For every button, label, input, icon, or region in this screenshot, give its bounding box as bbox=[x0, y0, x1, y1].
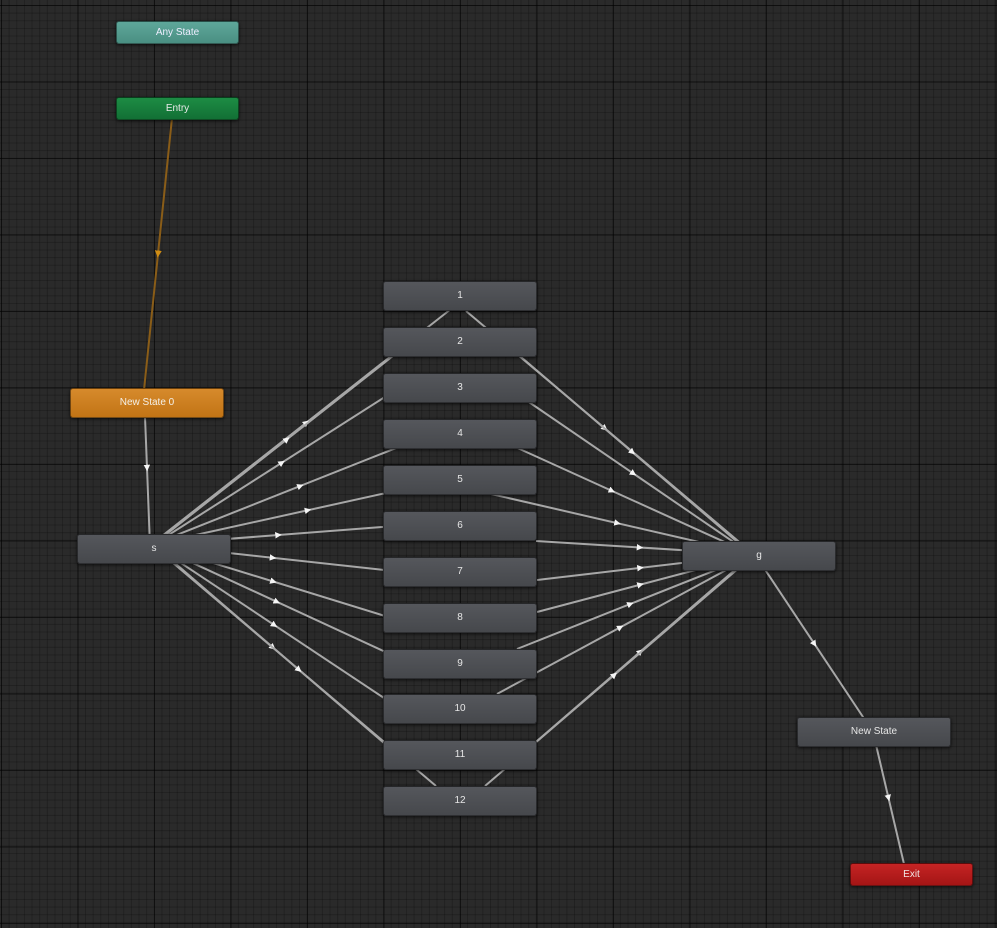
state-label: 4 bbox=[457, 428, 463, 439]
state-node-3[interactable]: 3 bbox=[383, 373, 537, 403]
state-label: 7 bbox=[457, 566, 463, 577]
state-node-g[interactable]: g bbox=[682, 541, 836, 571]
state-node-12[interactable]: 12 bbox=[383, 786, 537, 816]
state-node-4[interactable]: 4 bbox=[383, 419, 537, 449]
state-node-s[interactable]: s bbox=[77, 534, 231, 564]
state-node-5[interactable]: 5 bbox=[383, 465, 537, 495]
entry-label: Entry bbox=[165, 102, 190, 114]
transition-9-to-g[interactable] bbox=[516, 557, 745, 650]
transition-g-to-new-state[interactable] bbox=[755, 555, 874, 733]
state-label-g: g bbox=[756, 550, 762, 561]
animator-graph-canvas[interactable]: Any State Entry New State 0 s 1 2 3 4 5 … bbox=[0, 0, 997, 928]
state-label: 6 bbox=[457, 520, 463, 531]
state-node-7[interactable]: 7 bbox=[383, 557, 537, 587]
state-label: 12 bbox=[454, 795, 466, 806]
entry-node[interactable]: Entry bbox=[116, 97, 239, 120]
transition-new-state-to-exit[interactable] bbox=[872, 731, 905, 865]
state-label: 9 bbox=[457, 658, 463, 669]
state-label: 1 bbox=[457, 290, 463, 301]
state-label-new-state: New State bbox=[850, 726, 898, 737]
default-state-node[interactable]: New State 0 bbox=[70, 388, 224, 418]
state-node-9[interactable]: 9 bbox=[383, 649, 537, 679]
transition-entry-to-new-state-0[interactable] bbox=[143, 117, 173, 391]
state-node-new-state[interactable]: New State bbox=[797, 717, 951, 747]
state-node-8[interactable]: 8 bbox=[383, 603, 537, 633]
exit-label: Exit bbox=[903, 868, 920, 880]
transition-s-to-9[interactable] bbox=[161, 547, 393, 656]
state-label: 8 bbox=[457, 612, 463, 623]
state-node-11[interactable]: 11 bbox=[383, 740, 537, 770]
transition-s-to-10[interactable] bbox=[161, 549, 388, 701]
state-label-s: s bbox=[151, 543, 157, 554]
state-label: 3 bbox=[457, 382, 463, 393]
state-node-2[interactable]: 2 bbox=[383, 327, 537, 357]
any-state-node[interactable]: Any State bbox=[116, 21, 239, 44]
default-state-label: New State 0 bbox=[119, 397, 175, 408]
any-state-label: Any State bbox=[155, 26, 200, 38]
state-node-10[interactable]: 10 bbox=[383, 694, 537, 724]
state-label: 10 bbox=[454, 703, 466, 714]
transition-s-to-2[interactable] bbox=[161, 340, 413, 539]
state-label: 5 bbox=[457, 474, 463, 485]
state-node-6[interactable]: 6 bbox=[383, 511, 537, 541]
transition-2-to-g[interactable] bbox=[520, 356, 745, 549]
state-node-1[interactable]: 1 bbox=[383, 281, 537, 311]
state-label: 2 bbox=[457, 336, 463, 347]
state-label: 11 bbox=[454, 749, 466, 760]
exit-node[interactable]: Exit bbox=[850, 863, 973, 886]
